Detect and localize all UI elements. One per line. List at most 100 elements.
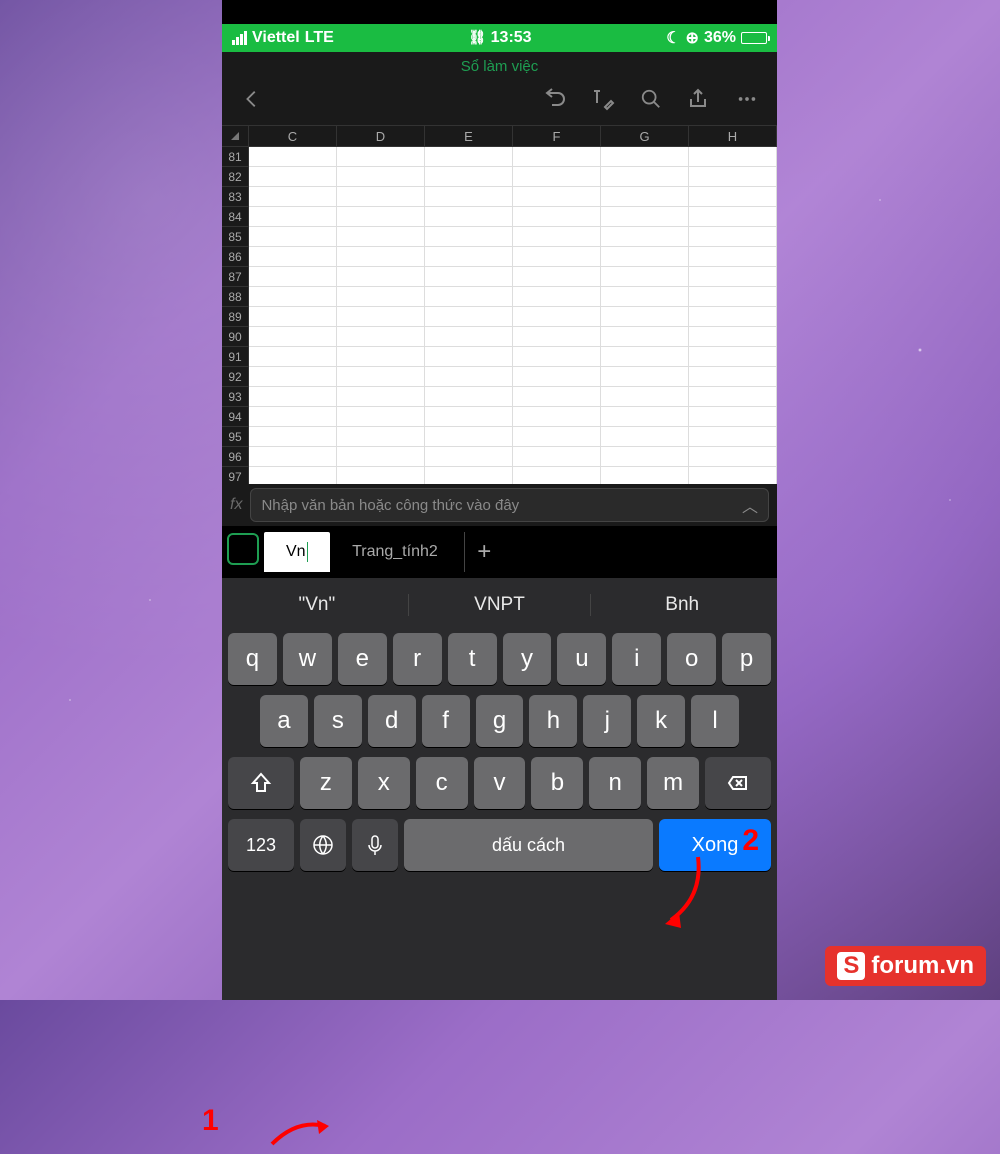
cell[interactable] [689, 247, 777, 267]
cell[interactable] [249, 407, 337, 427]
cell[interactable] [425, 167, 513, 187]
key-s[interactable]: s [314, 695, 362, 747]
row-header[interactable]: 96 [222, 447, 249, 467]
backspace-key[interactable] [705, 757, 771, 809]
row-header[interactable]: 95 [222, 427, 249, 447]
cell[interactable] [249, 367, 337, 387]
key-p[interactable]: p [722, 633, 771, 685]
column-header[interactable]: G [601, 126, 689, 146]
cell[interactable] [337, 147, 425, 167]
cell[interactable] [689, 167, 777, 187]
cell[interactable] [601, 387, 689, 407]
key-j[interactable]: j [583, 695, 631, 747]
cell[interactable] [689, 207, 777, 227]
cell[interactable] [689, 407, 777, 427]
cell[interactable] [513, 167, 601, 187]
back-button[interactable] [228, 80, 276, 118]
cell[interactable] [689, 367, 777, 387]
cell[interactable] [513, 367, 601, 387]
key-o[interactable]: o [667, 633, 716, 685]
add-sheet-button[interactable]: + [464, 532, 504, 572]
key-z[interactable]: z [300, 757, 352, 809]
cell[interactable] [249, 447, 337, 467]
key-b[interactable]: b [531, 757, 583, 809]
cell[interactable] [337, 387, 425, 407]
cell[interactable] [513, 227, 601, 247]
key-y[interactable]: y [503, 633, 552, 685]
cell[interactable] [337, 247, 425, 267]
undo-button[interactable] [531, 80, 579, 118]
cell[interactable] [689, 227, 777, 247]
chevron-up-icon[interactable]: ︿ [742, 493, 758, 517]
globe-key[interactable] [300, 819, 346, 871]
suggestion[interactable]: VNPT [409, 594, 592, 616]
column-header[interactable]: D [337, 126, 425, 146]
cell[interactable] [601, 147, 689, 167]
cell[interactable] [601, 267, 689, 287]
row-header[interactable]: 82 [222, 167, 249, 187]
cell[interactable] [425, 227, 513, 247]
row-header[interactable]: 94 [222, 407, 249, 427]
cell[interactable] [249, 387, 337, 407]
cell[interactable] [337, 407, 425, 427]
cell[interactable] [689, 327, 777, 347]
cell[interactable] [337, 227, 425, 247]
key-q[interactable]: q [228, 633, 277, 685]
row-header[interactable]: 85 [222, 227, 249, 247]
row-header[interactable]: 88 [222, 287, 249, 307]
column-header[interactable]: C [249, 126, 337, 146]
cell[interactable] [337, 287, 425, 307]
cell[interactable] [689, 147, 777, 167]
key-i[interactable]: i [612, 633, 661, 685]
spreadsheet-grid[interactable]: 8182838485868788899091929394959697 [222, 147, 777, 484]
cell[interactable] [689, 427, 777, 447]
cell[interactable] [425, 427, 513, 447]
cell[interactable] [513, 467, 601, 484]
cell[interactable] [601, 407, 689, 427]
edit-button[interactable] [579, 80, 627, 118]
cell[interactable] [513, 447, 601, 467]
cell[interactable] [425, 187, 513, 207]
column-header[interactable]: H [689, 126, 777, 146]
row-header[interactable]: 87 [222, 267, 249, 287]
cell[interactable] [513, 207, 601, 227]
cell[interactable] [689, 447, 777, 467]
cell[interactable] [337, 427, 425, 447]
key-n[interactable]: n [589, 757, 641, 809]
cell[interactable] [425, 447, 513, 467]
row-header[interactable]: 81 [222, 147, 249, 167]
cell[interactable] [513, 287, 601, 307]
cell[interactable] [425, 407, 513, 427]
cell[interactable] [689, 467, 777, 484]
key-x[interactable]: x [358, 757, 410, 809]
cell[interactable] [249, 467, 337, 484]
cell[interactable] [689, 287, 777, 307]
cell[interactable] [249, 327, 337, 347]
cell[interactable] [337, 327, 425, 347]
cell[interactable] [425, 147, 513, 167]
row-header[interactable]: 83 [222, 187, 249, 207]
space-key[interactable]: dấu cách [404, 819, 653, 871]
cell[interactable] [601, 247, 689, 267]
cell[interactable] [425, 287, 513, 307]
key-g[interactable]: g [476, 695, 524, 747]
cell[interactable] [337, 467, 425, 484]
cell[interactable] [689, 307, 777, 327]
row-header[interactable]: 84 [222, 207, 249, 227]
cell[interactable] [249, 207, 337, 227]
cell[interactable] [249, 307, 337, 327]
key-t[interactable]: t [448, 633, 497, 685]
cell[interactable] [689, 267, 777, 287]
row-header[interactable]: 92 [222, 367, 249, 387]
cell[interactable] [601, 187, 689, 207]
cell[interactable] [425, 347, 513, 367]
shift-key[interactable] [228, 757, 294, 809]
cell[interactable] [249, 167, 337, 187]
column-header[interactable]: E [425, 126, 513, 146]
cell[interactable] [425, 327, 513, 347]
cell[interactable] [425, 247, 513, 267]
key-e[interactable]: e [338, 633, 387, 685]
cell[interactable] [425, 387, 513, 407]
cell[interactable] [337, 447, 425, 467]
cell[interactable] [601, 427, 689, 447]
